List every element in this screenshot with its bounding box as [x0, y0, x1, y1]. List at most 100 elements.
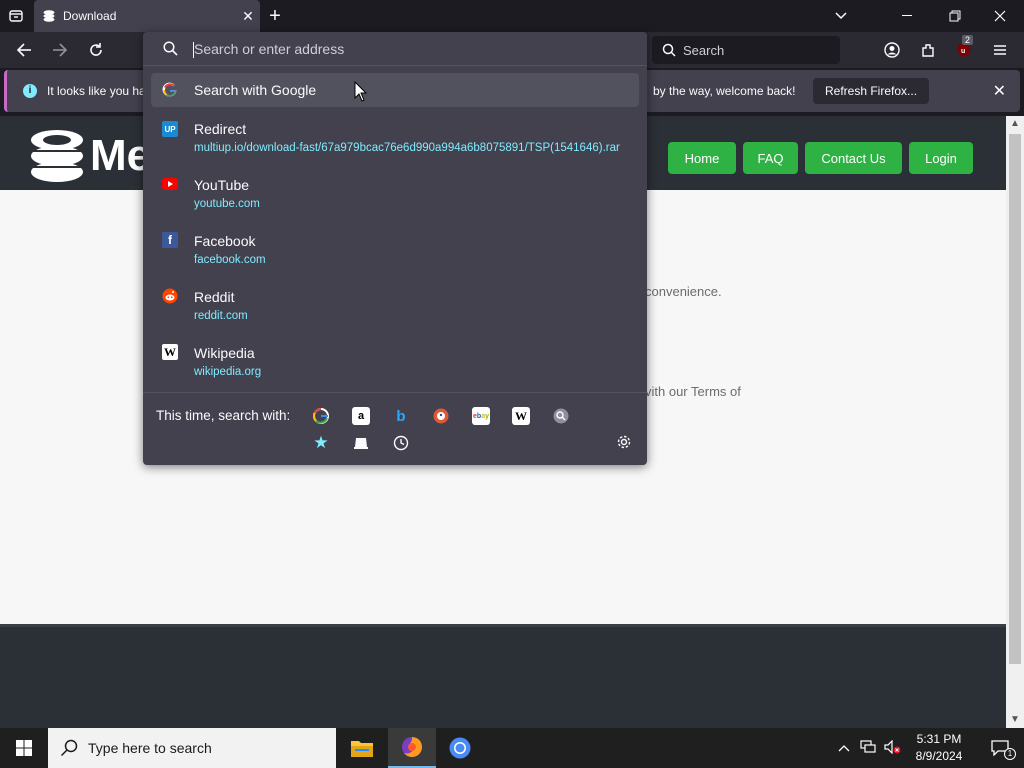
suggestion-wikipedia[interactable]: W Wikipedia wikipedia.org: [151, 341, 639, 385]
suggestion-facebook[interactable]: f Facebook facebook.com: [151, 229, 639, 273]
close-window-icon[interactable]: [988, 6, 1012, 26]
restore-window-icon[interactable]: [943, 6, 967, 26]
taskbar-search-placeholder: Type here to search: [88, 740, 212, 756]
page-text-fragment-2: vith our Terms of: [645, 384, 741, 399]
extensions-icon[interactable]: [916, 32, 940, 68]
show-hidden-icons-icon[interactable]: [838, 741, 850, 755]
search-engine-icon[interactable]: [552, 407, 570, 425]
ebay-icon[interactable]: ebay: [472, 407, 490, 425]
suggestion-url: facebook.com: [194, 254, 266, 266]
clock-date: 8/9/2024: [915, 749, 963, 763]
facebook-icon: f: [162, 232, 178, 248]
site-logo[interactable]: Me: [28, 128, 151, 184]
scroll-up-icon[interactable]: ▲: [1006, 116, 1024, 132]
gear-icon[interactable]: [616, 434, 632, 455]
account-icon[interactable]: [880, 32, 904, 68]
suggestion-url: youtube.com: [194, 198, 260, 210]
svg-text:u: u: [961, 48, 965, 55]
suggestion-title: Redirect: [194, 121, 247, 137]
duckduckgo-icon[interactable]: [432, 407, 450, 425]
mouse-pointer-icon: [354, 81, 368, 102]
taskbar-clock[interactable]: 5:31 PM 8/9/2024: [908, 731, 970, 765]
file-explorer-icon[interactable]: [338, 728, 386, 768]
tabs-icon[interactable]: [352, 434, 370, 452]
one-offs-label: This time, search with:: [156, 408, 291, 423]
address-bar-dropdown: Search with Google UP Redirect multiup.i…: [143, 32, 647, 465]
minimize-window-icon[interactable]: [896, 6, 920, 26]
nav-login-button[interactable]: Login: [909, 142, 973, 174]
suggestion-url: wikipedia.org: [194, 366, 262, 378]
suggestion-title: Search with Google: [194, 82, 317, 98]
nav-faq-button[interactable]: FAQ: [743, 142, 798, 174]
suggestion-title: Wikipedia: [194, 345, 255, 361]
address-bar: [143, 32, 647, 66]
system-tray: [838, 728, 902, 768]
ublock-origin-icon[interactable]: u 2: [952, 32, 976, 68]
logo-coins-icon: [31, 130, 83, 182]
firefox-view-icon[interactable]: [6, 6, 26, 26]
notification-close-icon[interactable]: ✕: [993, 81, 1006, 101]
nav-contact-button[interactable]: Contact Us: [805, 142, 902, 174]
bing-icon[interactable]: b: [392, 407, 410, 425]
nav-home-button[interactable]: Home: [668, 142, 736, 174]
wikipedia-icon[interactable]: W: [512, 407, 530, 425]
address-input[interactable]: [194, 40, 594, 57]
tab-download[interactable]: Download ✕: [34, 0, 260, 32]
suggestion-reddit[interactable]: Reddit reddit.com: [151, 285, 639, 329]
suggestion-title: Facebook: [194, 233, 256, 249]
suggestion-title: Reddit: [194, 289, 235, 305]
one-off-search-engines: This time, search with: a b ebay W ★: [143, 392, 647, 465]
scroll-down-icon[interactable]: ▼: [1006, 712, 1024, 728]
new-tab-button[interactable]: +: [264, 4, 286, 28]
amazon-icon[interactable]: a: [352, 407, 370, 425]
notification-text-right: by the way, welcome back!: [653, 84, 796, 98]
suggestion-url: multiup.io/download-fast/67a979bcac76e6d…: [194, 142, 620, 154]
bookmarks-star-icon[interactable]: ★: [312, 433, 330, 452]
notification-count: 1: [1004, 748, 1016, 760]
google-icon[interactable]: [312, 407, 330, 425]
suggestion-title: YouTube: [194, 177, 250, 193]
action-center-icon[interactable]: 1: [976, 728, 1024, 768]
multiup-icon: UP: [162, 121, 178, 137]
suggestion-search-google[interactable]: Search with Google: [151, 73, 639, 107]
site-favicon-icon: [43, 10, 55, 22]
scroll-thumb[interactable]: [1009, 134, 1021, 664]
text-caret: [193, 42, 194, 58]
suggestion-youtube[interactable]: YouTube youtube.com: [151, 173, 639, 217]
page-text-fragment-1: convenience.: [645, 284, 722, 299]
wikipedia-icon: W: [162, 344, 178, 360]
reddit-icon: [162, 288, 178, 304]
google-icon: [162, 82, 178, 98]
menu-icon[interactable]: [988, 32, 1012, 68]
search-placeholder: Search: [683, 42, 725, 58]
volume-muted-icon[interactable]: [884, 739, 902, 757]
chromium-taskbar-icon[interactable]: [436, 728, 484, 768]
extension-badge: 2: [962, 35, 974, 45]
search-icon: [60, 739, 78, 757]
forward-icon[interactable]: [48, 32, 72, 68]
search-bar[interactable]: Search: [652, 36, 840, 64]
firefox-taskbar-icon[interactable]: [388, 728, 436, 768]
info-icon: i: [23, 84, 37, 98]
reload-icon[interactable]: [84, 32, 108, 68]
back-icon[interactable]: [12, 32, 36, 68]
notification-text-left: It looks like you ha: [47, 84, 146, 98]
refresh-firefox-button[interactable]: Refresh Firefox...: [813, 78, 930, 104]
network-icon[interactable]: [860, 739, 876, 757]
tab-bar: Download ✕ +: [0, 0, 1024, 32]
youtube-icon: [162, 176, 178, 192]
windows-taskbar: Type here to search 5:31 PM 8/9/2024 1: [0, 728, 1024, 768]
page-scrollbar[interactable]: ▲ ▼: [1006, 116, 1024, 728]
clock-time: 5:31 PM: [916, 732, 962, 746]
windows-start-icon[interactable]: [0, 728, 48, 768]
suggestion-redirect[interactable]: UP Redirect multiup.io/download-fast/67a…: [151, 117, 639, 161]
search-icon: [662, 43, 676, 57]
history-clock-icon[interactable]: [392, 434, 410, 452]
suggestion-url: reddit.com: [194, 310, 248, 322]
tab-close-icon[interactable]: ✕: [236, 8, 260, 25]
logo-text: Me: [90, 131, 152, 180]
list-all-tabs-icon[interactable]: [830, 6, 852, 26]
taskbar-search-box[interactable]: Type here to search: [48, 728, 336, 768]
tab-title: Download: [63, 9, 117, 23]
search-icon: [163, 41, 178, 56]
